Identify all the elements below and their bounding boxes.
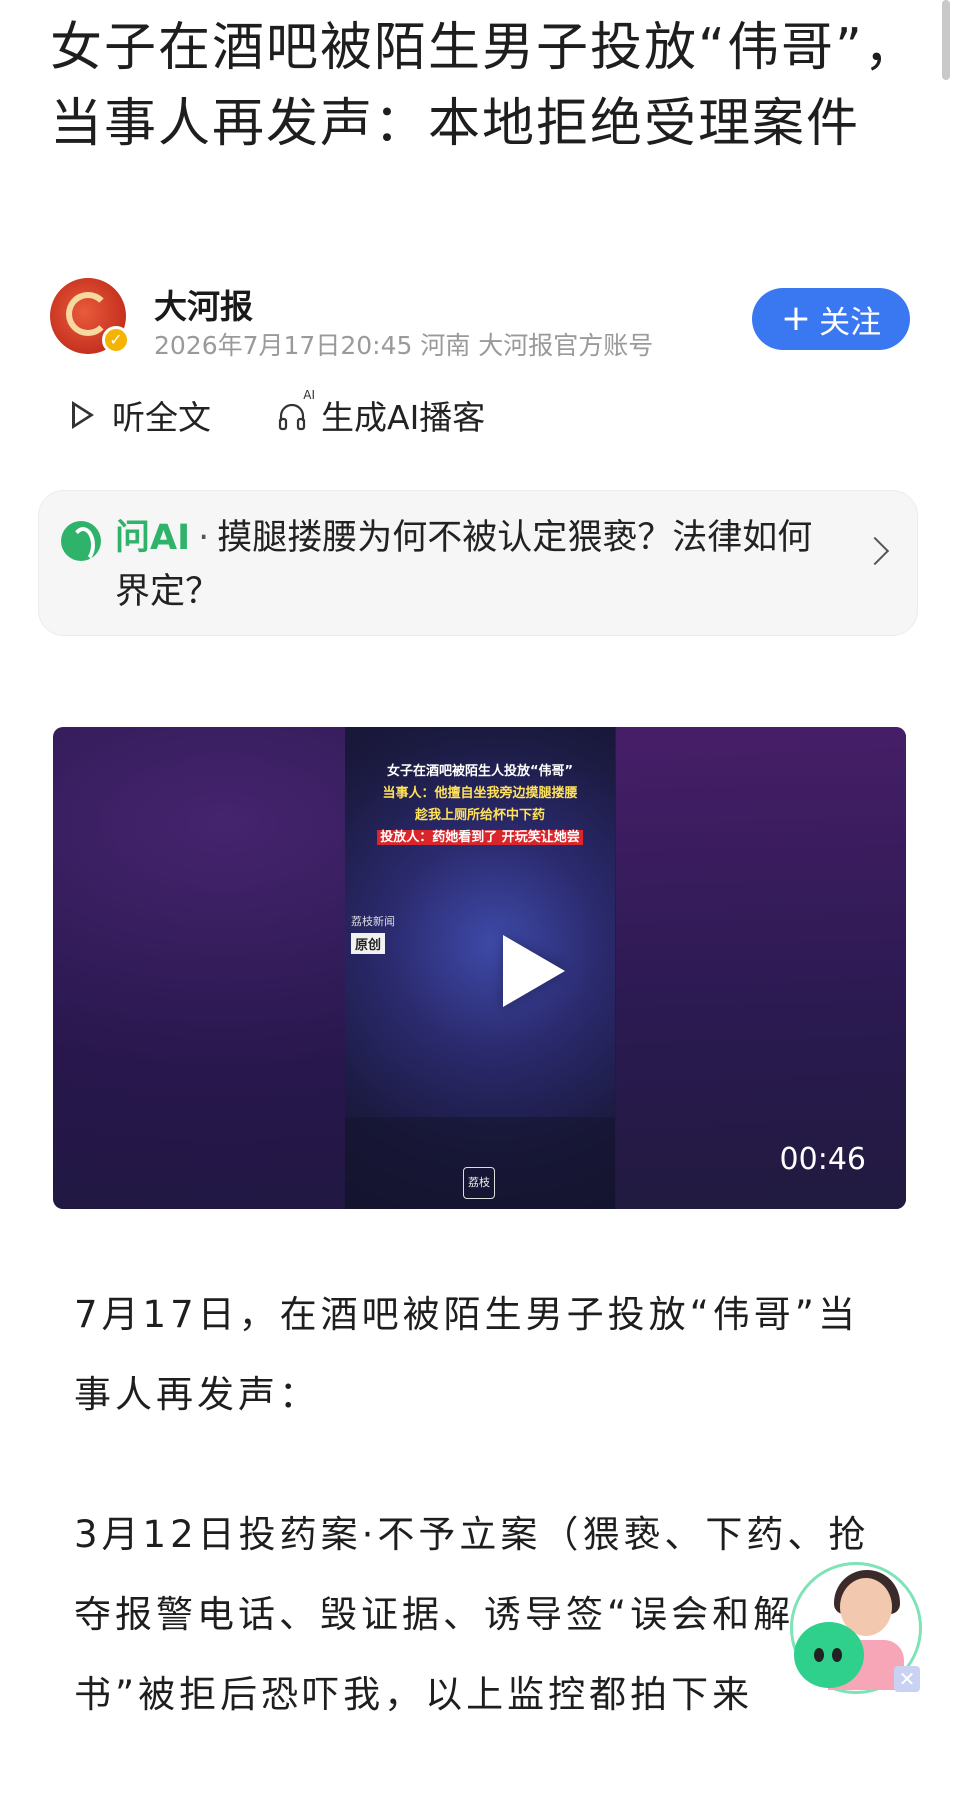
- caption-line-4: 投放人：药她看到了 开玩笑让她尝: [377, 830, 583, 845]
- original-badge: 原创: [351, 933, 386, 954]
- video-duration: 00:46: [779, 1142, 866, 1177]
- ask-ai-question: 摸腿搂腰为何不被认定猥亵？法律如何界定？: [115, 518, 813, 612]
- chevron-right-icon: [860, 536, 890, 566]
- listen-label: 听全文: [112, 398, 211, 437]
- ask-ai-brand: 问AI: [115, 518, 191, 558]
- ask-ai-separator: ·: [198, 518, 210, 558]
- follow-button[interactable]: + 关注: [752, 288, 910, 350]
- play-icon[interactable]: [503, 935, 565, 1007]
- ai-assistant-float[interactable]: ✕: [790, 1562, 922, 1696]
- ai-badge: AI: [303, 388, 315, 402]
- logo-icon: [66, 292, 110, 336]
- bubble-eye: [814, 1648, 824, 1662]
- caption-line-3: 趁我上厕所给杯中下药: [414, 808, 545, 823]
- close-icon[interactable]: ✕: [894, 1666, 920, 1692]
- headphone-icon: AI: [277, 388, 315, 431]
- ask-ai-logo-icon: [61, 521, 101, 563]
- ask-ai-card[interactable]: 问AI · 摸腿搂腰为何不被认定猥亵？法律如何界定？: [38, 490, 918, 636]
- caption-line-2: 当事人：他擅自坐我旁边摸腿搂腰: [382, 786, 578, 801]
- article-title: 女子在酒吧被陌生男子投放“伟哥”，当事人再发声：本地拒绝受理案件: [50, 18, 918, 154]
- ai-podcast-label: 生成AI播客: [321, 398, 486, 437]
- video-player[interactable]: 女子在酒吧被陌生人投放“伟哥” 当事人：他擅自坐我旁边摸腿搂腰 趁我上厕所给杯中…: [53, 727, 906, 1209]
- ai-podcast-button[interactable]: AI 生成AI播客: [277, 388, 486, 439]
- caption-line-1: 女子在酒吧被陌生人投放“伟哥”: [386, 764, 574, 779]
- video-blur-right: [616, 727, 906, 1209]
- follow-label: 关注: [819, 304, 882, 341]
- author-row: ✓ 大河报 2026年7月17日20:45 河南 大河报官方账号 + 关注: [50, 278, 910, 362]
- ask-ai-text: 问AI · 摸腿搂腰为何不被认定猥亵？法律如何界定？: [115, 511, 835, 619]
- bubble-eye: [832, 1648, 842, 1662]
- assistant-bubble-icon: [794, 1622, 864, 1688]
- verified-badge-icon: ✓: [102, 326, 130, 354]
- author-meta: 2026年7月17日20:45 河南 大河报官方账号: [154, 331, 654, 360]
- paragraph: 7月17日，在酒吧被陌生男子投放“伟哥”当事人再发声：: [74, 1293, 859, 1416]
- scrollbar[interactable]: [942, 0, 950, 80]
- video-logo-icon: 荔枝: [463, 1167, 495, 1199]
- author-name[interactable]: 大河报: [154, 280, 253, 328]
- video-thumbnail: 女子在酒吧被陌生人投放“伟哥” 当事人：他擅自坐我旁边摸腿搂腰 趁我上厕所给杯中…: [345, 727, 615, 1209]
- audio-actions: 听全文 AI 生成AI播客: [72, 388, 551, 440]
- listen-button[interactable]: 听全文: [72, 391, 211, 439]
- video-source-label: 荔枝新闻: [351, 915, 395, 928]
- video-caption: 女子在酒吧被陌生人投放“伟哥” 当事人：他擅自坐我旁边摸腿搂腰 趁我上厕所给杯中…: [345, 761, 615, 849]
- plus-icon: +: [780, 298, 812, 339]
- article-body: 7月17日，在酒吧被陌生男子投放“伟哥”当事人再发声： 3月12日投药案·不予立…: [74, 1275, 894, 1795]
- play-icon: [72, 401, 94, 429]
- avatar[interactable]: ✓: [50, 278, 130, 354]
- paragraph: 3月12日投药案·不予立案（猥亵、下药、抢夺报警电话、毁证据、诱导签“误会和解书…: [74, 1513, 870, 1716]
